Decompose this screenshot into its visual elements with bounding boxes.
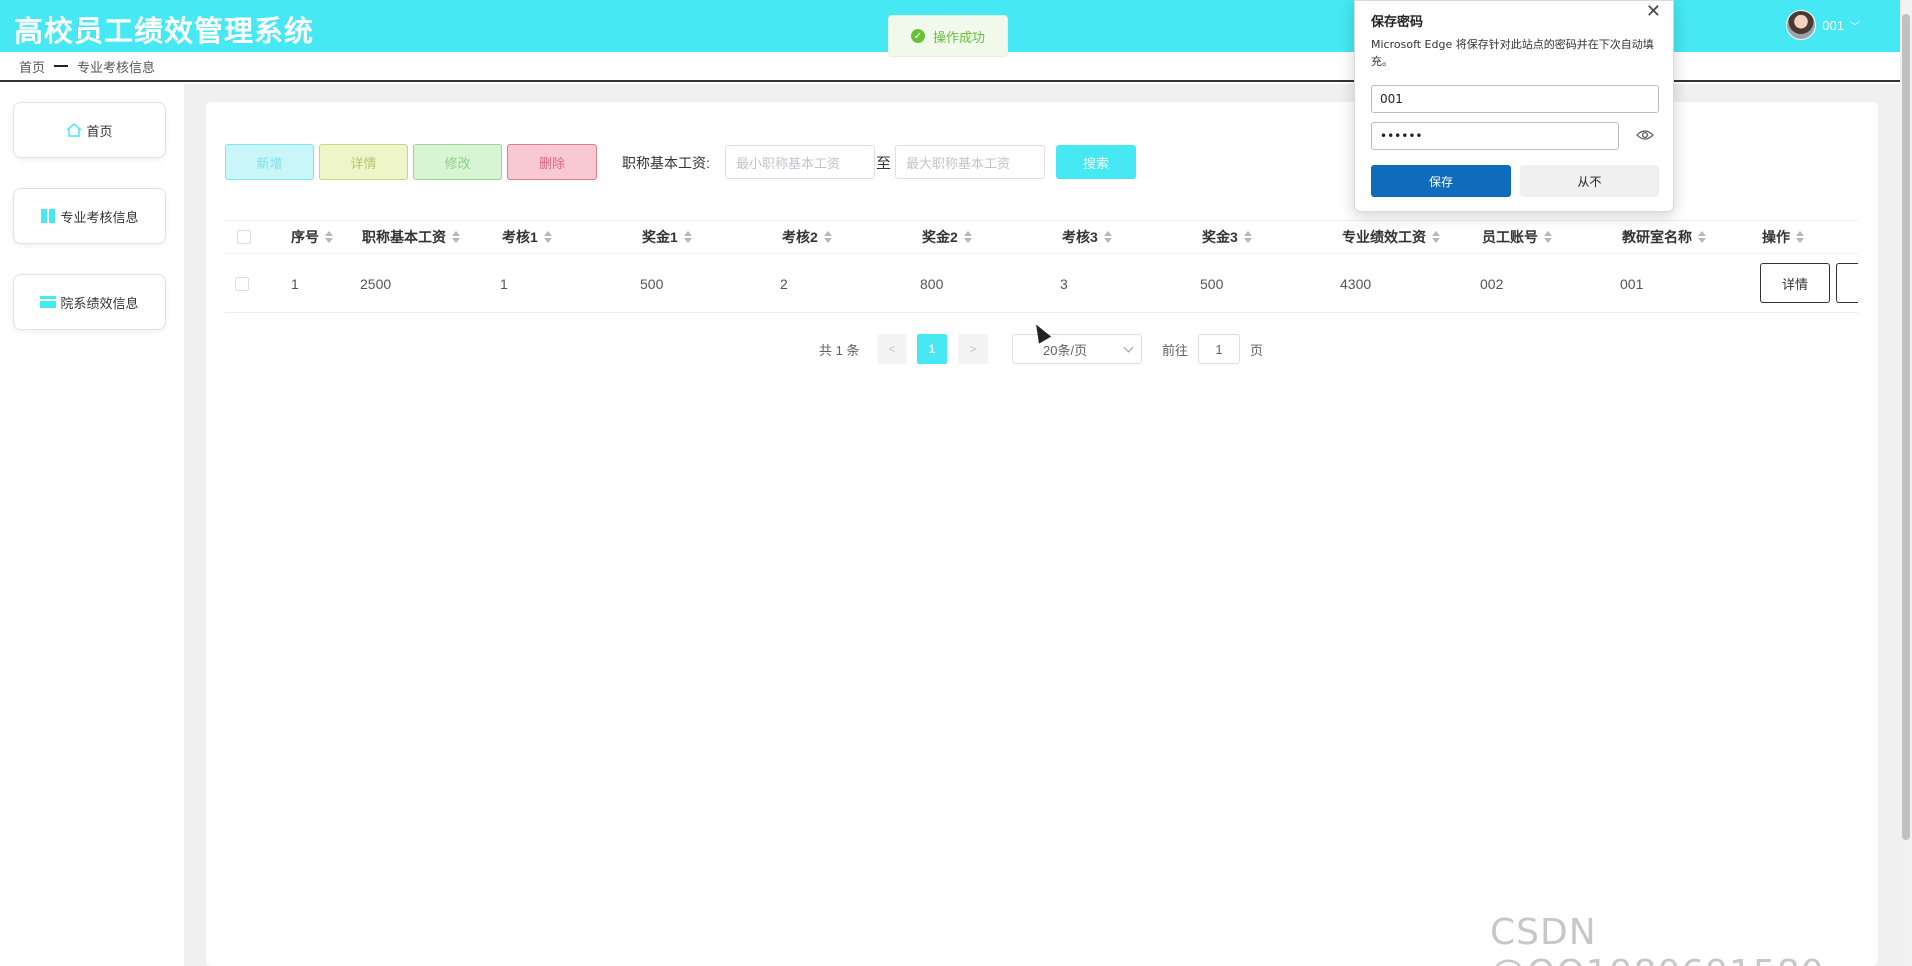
edit-button[interactable]: 修改 xyxy=(413,144,502,180)
show-password-icon[interactable] xyxy=(1636,128,1654,144)
close-icon[interactable]: ✕ xyxy=(1646,1,1661,22)
sidebar-item-professional-assessment[interactable]: 专业考核信息 xyxy=(13,188,166,244)
min-salary-input[interactable]: 最小职称基本工资 xyxy=(725,145,875,179)
row-extra-button[interactable] xyxy=(1836,263,1858,303)
breadcrumb-home[interactable]: 首页 xyxy=(19,57,45,76)
sort-icon xyxy=(963,231,972,243)
sort-icon xyxy=(823,231,832,243)
column-header[interactable]: 专业绩效工资 xyxy=(1342,221,1440,253)
sort-icon xyxy=(543,231,552,243)
chevron-down-icon[interactable]: ﹀ xyxy=(1850,18,1860,33)
range-to-label: 至 xyxy=(876,155,892,172)
pagination-total: 共 1 条 xyxy=(819,342,860,358)
delete-button[interactable]: 删除 xyxy=(507,144,597,180)
column-header[interactable]: 考核1 xyxy=(502,221,552,253)
sort-icon xyxy=(1796,231,1804,243)
sidebar-item-label: 专业考核信息 xyxy=(60,209,139,225)
book-icon xyxy=(41,209,56,223)
detail-button[interactable]: 详情 xyxy=(319,144,408,180)
column-header[interactable]: 考核3 xyxy=(1062,221,1112,253)
table-cell: 800 xyxy=(920,275,944,292)
card-icon xyxy=(40,296,57,308)
success-toast: ✓ 操作成功 xyxy=(888,15,1008,57)
table-cell: 002 xyxy=(1480,275,1504,292)
column-header[interactable]: 考核2 xyxy=(782,221,832,253)
sort-icon xyxy=(1432,231,1440,243)
sidebar-item-label: 院系绩效信息 xyxy=(60,295,139,311)
table-cell: 500 xyxy=(640,275,664,292)
table-cell: 4300 xyxy=(1340,275,1372,292)
column-header[interactable]: 奖金3 xyxy=(1202,221,1252,253)
sidebar-item-label: 首页 xyxy=(86,123,113,139)
column-header[interactable]: 员工账号 xyxy=(1482,221,1552,253)
prev-page-button[interactable]: < xyxy=(877,334,907,364)
column-header[interactable]: 操作 xyxy=(1762,221,1804,253)
table-cell: 500 xyxy=(1200,275,1224,292)
page-scrollbar[interactable] xyxy=(1900,0,1912,966)
goto-page-input[interactable]: 1 xyxy=(1198,334,1240,364)
home-icon xyxy=(67,123,82,137)
salary-filter-label: 职称基本工资: xyxy=(622,155,710,171)
column-header[interactable]: 序号 xyxy=(291,221,333,253)
save-password-dialog: 保存密码 ✕ Microsoft Edge 将保存针对此站点的密码并在下次自动填… xyxy=(1354,0,1674,212)
breadcrumb-separator xyxy=(54,65,69,67)
table-cell: 3 xyxy=(1060,275,1068,292)
password-field[interactable]: •••••• xyxy=(1371,122,1619,150)
avatar[interactable] xyxy=(1786,10,1817,40)
row-checkbox[interactable] xyxy=(235,255,249,312)
toast-message: 操作成功 xyxy=(932,29,985,45)
sort-icon xyxy=(325,231,333,243)
dialog-title: 保存密码 xyxy=(1371,15,1424,30)
column-header[interactable]: 职称基本工资 xyxy=(362,221,460,253)
never-save-button[interactable]: 从不 xyxy=(1520,165,1659,197)
row-detail-button[interactable]: 详情 xyxy=(1760,263,1830,303)
goto-label: 前往 xyxy=(1162,342,1189,358)
column-header[interactable]: 教研室名称 xyxy=(1622,221,1706,253)
search-button[interactable]: 搜索 xyxy=(1056,145,1136,179)
sort-icon xyxy=(683,231,692,243)
max-salary-input[interactable]: 最大职称基本工资 xyxy=(895,145,1045,179)
sort-icon xyxy=(452,231,460,243)
table-row[interactable]: 1 2500 1 500 2 800 3 500 4300 002 001 详情 xyxy=(225,255,1858,313)
sidebar-item-department-performance[interactable]: 院系绩效信息 xyxy=(13,274,166,330)
add-button[interactable]: 新增 xyxy=(225,144,314,180)
username-field[interactable]: 001 xyxy=(1371,85,1659,113)
table-cell: 001 xyxy=(1620,275,1644,292)
sort-icon xyxy=(1698,231,1706,243)
scrollbar-thumb[interactable] xyxy=(1902,14,1910,840)
page-size-select[interactable]: 20条/页 xyxy=(1012,334,1142,364)
watermark: CSDN @QQ1980691580 xyxy=(1490,912,1824,966)
table-cell: 2 xyxy=(780,275,788,292)
sort-icon xyxy=(1103,231,1112,243)
table-cell: 2500 xyxy=(360,275,392,292)
sidebar: 首页 专业考核信息 院系绩效信息 xyxy=(0,84,184,966)
table-cell: 1 xyxy=(500,275,508,292)
save-password-button[interactable]: 保存 xyxy=(1371,165,1511,197)
table-cell: 1 xyxy=(291,275,299,292)
column-header[interactable]: 奖金2 xyxy=(922,221,972,253)
breadcrumb-current: 专业考核信息 xyxy=(77,59,156,75)
chevron-down-icon xyxy=(1123,342,1134,353)
username-label[interactable]: 001 xyxy=(1822,18,1844,33)
page-suffix-label: 页 xyxy=(1250,342,1264,358)
page-number-button[interactable]: 1 xyxy=(917,334,947,364)
sort-icon xyxy=(1243,231,1252,243)
table-header-row: 序号 职称基本工资 考核1 奖金1 考核2 奖金2 考核3 奖金3 专业绩效工资… xyxy=(225,220,1858,254)
app-title: 高校员工绩效管理系统 xyxy=(14,14,315,48)
user-menu[interactable]: 001 ﹀ xyxy=(1786,10,1860,40)
column-header[interactable]: 奖金1 xyxy=(642,221,692,253)
sort-icon xyxy=(1544,231,1552,243)
next-page-button[interactable]: > xyxy=(958,334,988,364)
sidebar-item-home[interactable]: 首页 xyxy=(13,102,166,158)
check-circle-icon: ✓ xyxy=(910,29,925,43)
page-size-label: 20条/页 xyxy=(1043,342,1088,358)
dialog-description: Microsoft Edge 将保存针对此站点的密码并在下次自动填充。 xyxy=(1371,38,1654,68)
select-all-checkbox[interactable] xyxy=(237,221,251,253)
